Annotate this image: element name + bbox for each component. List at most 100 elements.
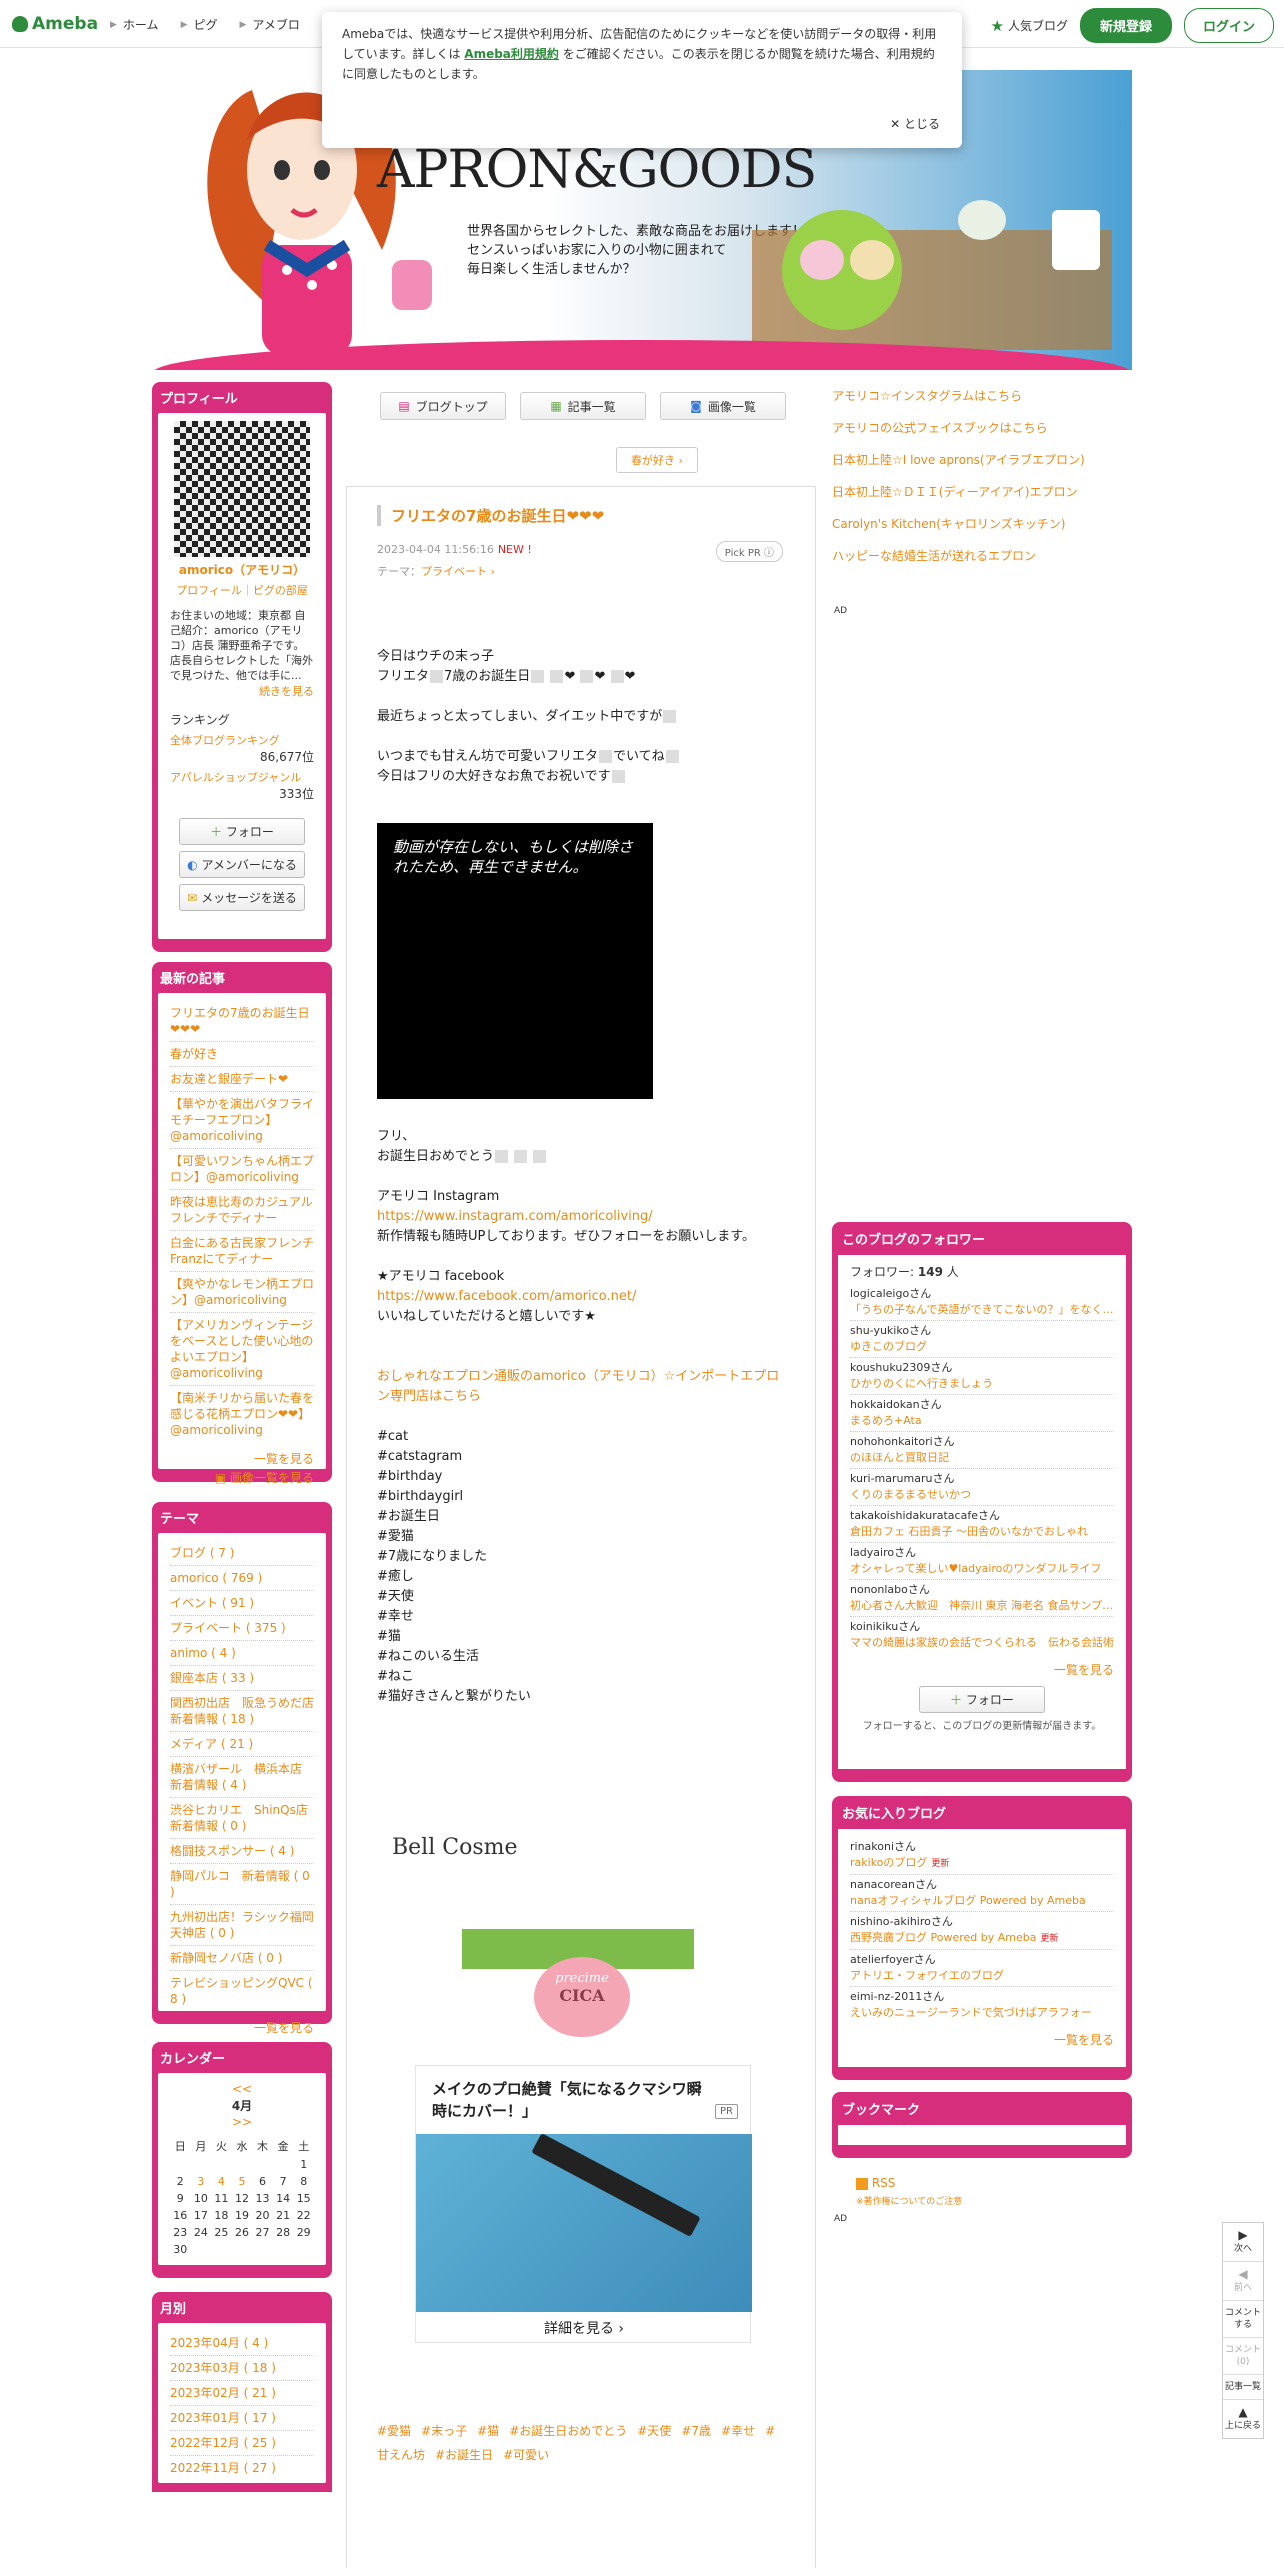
- article-list-button[interactable]: ▦ 記事一覧: [520, 392, 646, 420]
- month-item[interactable]: 2023年01月 ( 17 ): [170, 2410, 314, 2426]
- shop-link[interactable]: おしゃれなエプロン通販のamorico（アモリコ）☆インポートエプロン専門店はこ…: [377, 1367, 787, 1407]
- follower-blog-link[interactable]: 倉田カフェ 石田貴子 ～田舎のいなかでおしゃれ: [850, 1524, 1114, 1540]
- pickpr-badge[interactable]: Pick PR ⓘ: [715, 541, 783, 562]
- amember-button[interactable]: ◐ アメンバーになる: [179, 851, 305, 878]
- image-list-link[interactable]: ▣ 画像一覧を見る: [170, 1467, 314, 1486]
- ranking-overall-label[interactable]: 全体ブログランキング: [170, 732, 314, 748]
- favorite-blog-link[interactable]: えいみのニュージーランドで気づけばアラフォー: [850, 2005, 1114, 2021]
- theme-item[interactable]: プライベート ( 375 ): [170, 1620, 314, 1636]
- follower-blog-link[interactable]: ひかりのくにへ行きましょう: [850, 1376, 1114, 1392]
- latest-item[interactable]: 春が好き: [170, 1046, 314, 1062]
- theme-item[interactable]: イベント ( 91 ): [170, 1595, 314, 1611]
- follower-blog-link[interactable]: のほほんと買取日記: [850, 1450, 1114, 1466]
- article-title[interactable]: フリエタの7歳のお誕生日❤❤❤: [377, 505, 604, 526]
- nav-pigg[interactable]: ▶ ピグ: [181, 16, 218, 33]
- theme-item[interactable]: 横濱バザール 横浜本店 新着情報 ( 4 ): [170, 1761, 314, 1793]
- cica-ad-image[interactable]: precime CICA: [462, 1929, 694, 2037]
- right-link[interactable]: アモリコ☆インスタグラムはこちら: [832, 380, 1085, 412]
- latest-item[interactable]: 【可愛いワンちゃん柄エプロン】@amoricoliving: [170, 1153, 314, 1185]
- blog-top-button[interactable]: ▤ ブログトップ: [380, 392, 506, 420]
- favorite-blog-link[interactable]: rakikoのブログ 更新: [850, 1855, 1114, 1872]
- right-link[interactable]: Carolyn's Kitchen(キャロリンズキッチン): [832, 508, 1085, 540]
- nav-home[interactable]: ▶ ホーム: [110, 16, 159, 33]
- latest-item[interactable]: フリエタの7歳のお誕生日❤❤❤: [170, 1005, 314, 1037]
- hashtag[interactable]: #お誕生日おめでとう: [509, 2424, 627, 2438]
- ameba-logo[interactable]: Ameba: [12, 14, 98, 34]
- follow-button-right[interactable]: ＋ フォロー: [919, 1686, 1045, 1713]
- next-article-button[interactable]: ▶ 次へ: [1223, 2223, 1263, 2262]
- pr-image[interactable]: [416, 2133, 752, 2312]
- theme-item[interactable]: 関西初出店 阪急うめだ店 新着情報 ( 18 ): [170, 1695, 326, 1727]
- pr-ad-card[interactable]: メイクのプロ絶賛「気になるクマシワ瞬時にカバー！」 PR 詳細を見る ›: [415, 2065, 752, 2343]
- message-button[interactable]: ✉ メッセージを送る: [179, 884, 305, 911]
- comment-count-button[interactable]: コメント(0): [1223, 2338, 1263, 2375]
- month-item[interactable]: 2022年12月 ( 25 ): [170, 2435, 314, 2451]
- hashtag[interactable]: #愛猫: [377, 2424, 411, 2438]
- profile-name[interactable]: amorico（アモリコ）: [170, 561, 314, 578]
- pr-title[interactable]: メイクのプロ絶賛「気になるクマシワ瞬時にカバー！」: [432, 2078, 702, 2122]
- hashtag[interactable]: #可愛い: [503, 2448, 549, 2462]
- latest-more-link[interactable]: 一覧を見る: [170, 1442, 314, 1467]
- profile-links[interactable]: プロフィール｜ピグの部屋: [170, 582, 314, 598]
- theme-item[interactable]: animo ( 4 ): [170, 1645, 314, 1661]
- prev-article-button[interactable]: ◀ 前へ: [1223, 2262, 1263, 2301]
- theme-item[interactable]: メディア ( 21 ): [170, 1736, 314, 1752]
- theme-more-link[interactable]: 一覧を見る: [170, 2011, 314, 2036]
- follow-button[interactable]: ＋ フォロー: [179, 818, 305, 845]
- calendar-day-link[interactable]: 5: [232, 2173, 253, 2190]
- calendar-next[interactable]: >>: [170, 2114, 314, 2130]
- right-link[interactable]: アモリコの公式フェイスブックはこちら: [832, 412, 1085, 444]
- theme-item[interactable]: 渋谷ヒカリエ ShinQs店 新着情報 ( 0 ): [170, 1802, 320, 1834]
- follower-blog-link[interactable]: ゆきこのブログ: [850, 1339, 1114, 1355]
- video-unavailable[interactable]: 動画が存在しない、もしくは削除されたため、再生できません。: [377, 823, 653, 1099]
- article-list-side-button[interactable]: 記事一覧: [1223, 2375, 1263, 2400]
- month-item[interactable]: 2023年03月 ( 18 ): [170, 2360, 314, 2376]
- calendar-day-link[interactable]: 4: [211, 2173, 232, 2190]
- followers-more-link[interactable]: 一覧を見る: [850, 1653, 1114, 1678]
- favorites-more-link[interactable]: 一覧を見る: [850, 2023, 1114, 2048]
- hashtag[interactable]: #末っ子: [421, 2424, 467, 2438]
- hashtag[interactable]: #お誕生日: [435, 2448, 493, 2462]
- theme-item[interactable]: 銀座本店 ( 33 ): [170, 1670, 314, 1686]
- instagram-link[interactable]: https://www.instagram.com/amoricoliving/: [377, 1207, 787, 1227]
- signup-button[interactable]: 新規登録: [1079, 8, 1172, 43]
- prev-article-link[interactable]: 春が好き ›: [616, 447, 698, 473]
- right-link[interactable]: 日本初上陸☆ＤＩＩ(ディーアイアイ)エプロン: [832, 476, 1085, 508]
- theme-item[interactable]: amorico ( 769 ): [170, 1570, 314, 1586]
- favorite-blog-link[interactable]: nanaオフィシャルブログ Powered by Ameba: [850, 1893, 1114, 1909]
- latest-item[interactable]: 【アメリカンヴィンテージをベースとした使い心地のよいエプロン】@amoricol…: [170, 1317, 314, 1381]
- calendar-day-link[interactable]: 3: [191, 2173, 212, 2190]
- latest-item[interactable]: 【華やかを演出バタフライモチーフエプロン】@amoricoliving: [170, 1096, 314, 1144]
- calendar-prev[interactable]: <<: [170, 2081, 314, 2097]
- theme-item[interactable]: 格闘技スポンサー ( 4 ): [170, 1843, 314, 1859]
- hashtag[interactable]: #幸せ: [721, 2424, 755, 2438]
- rss-link[interactable]: RSS: [856, 2176, 895, 2190]
- latest-item[interactable]: お友達と銀座デート❤: [170, 1071, 314, 1087]
- month-item[interactable]: 2023年04月 ( 4 ): [170, 2335, 314, 2351]
- back-to-top-button[interactable]: ▲ 上に戻る: [1223, 2400, 1263, 2438]
- theme-item[interactable]: 九州初出店！ラシック福岡天神店 ( 0 ): [170, 1909, 314, 1941]
- right-link[interactable]: ハッピーな結婚生活が送れるエプロン: [832, 540, 1085, 572]
- cookie-close-button[interactable]: ✕ とじる: [890, 114, 940, 134]
- theme-item[interactable]: 新静岡セノバ店 ( 0 ): [170, 1950, 314, 1966]
- favorite-blog-link[interactable]: 西野亮廣ブログ Powered by Ameba 更新: [850, 1930, 1114, 1947]
- month-item[interactable]: 2022年11月 ( 27 ): [170, 2460, 314, 2476]
- profile-more-link[interactable]: 続きを見る: [170, 683, 314, 699]
- ranking-genre-label[interactable]: アパレルショップジャンル: [170, 769, 314, 785]
- month-item[interactable]: 2023年02月 ( 21 ): [170, 2385, 314, 2401]
- popular-blog-link[interactable]: ★ 人気ブログ: [991, 17, 1068, 35]
- pr-detail-link[interactable]: 詳細を見る ›: [416, 2318, 752, 2338]
- follower-blog-link[interactable]: ママの綺麗は家族の会話でつくられる 伝わる会話術: [850, 1635, 1114, 1651]
- login-button[interactable]: ログイン: [1183, 8, 1274, 43]
- favorite-blog-link[interactable]: アトリエ・フォワイエのブログ: [850, 1968, 1114, 1984]
- hashtag[interactable]: #7歳: [681, 2424, 711, 2438]
- bell-cosme-logo[interactable]: Bell Cosme: [392, 1835, 518, 1860]
- profile-avatar[interactable]: [174, 421, 310, 557]
- article-theme-link[interactable]: プライベート: [421, 565, 487, 578]
- theme-item[interactable]: ブログ ( 7 ): [170, 1545, 314, 1561]
- facebook-link[interactable]: https://www.facebook.com/amorico.net/: [377, 1287, 787, 1307]
- hashtag[interactable]: #猫: [477, 2424, 499, 2438]
- write-comment-button[interactable]: コメントする: [1223, 2301, 1263, 2338]
- terms-link[interactable]: Ameba利用規約: [464, 47, 559, 61]
- follower-blog-link[interactable]: まるめろ+Ata: [850, 1413, 1114, 1429]
